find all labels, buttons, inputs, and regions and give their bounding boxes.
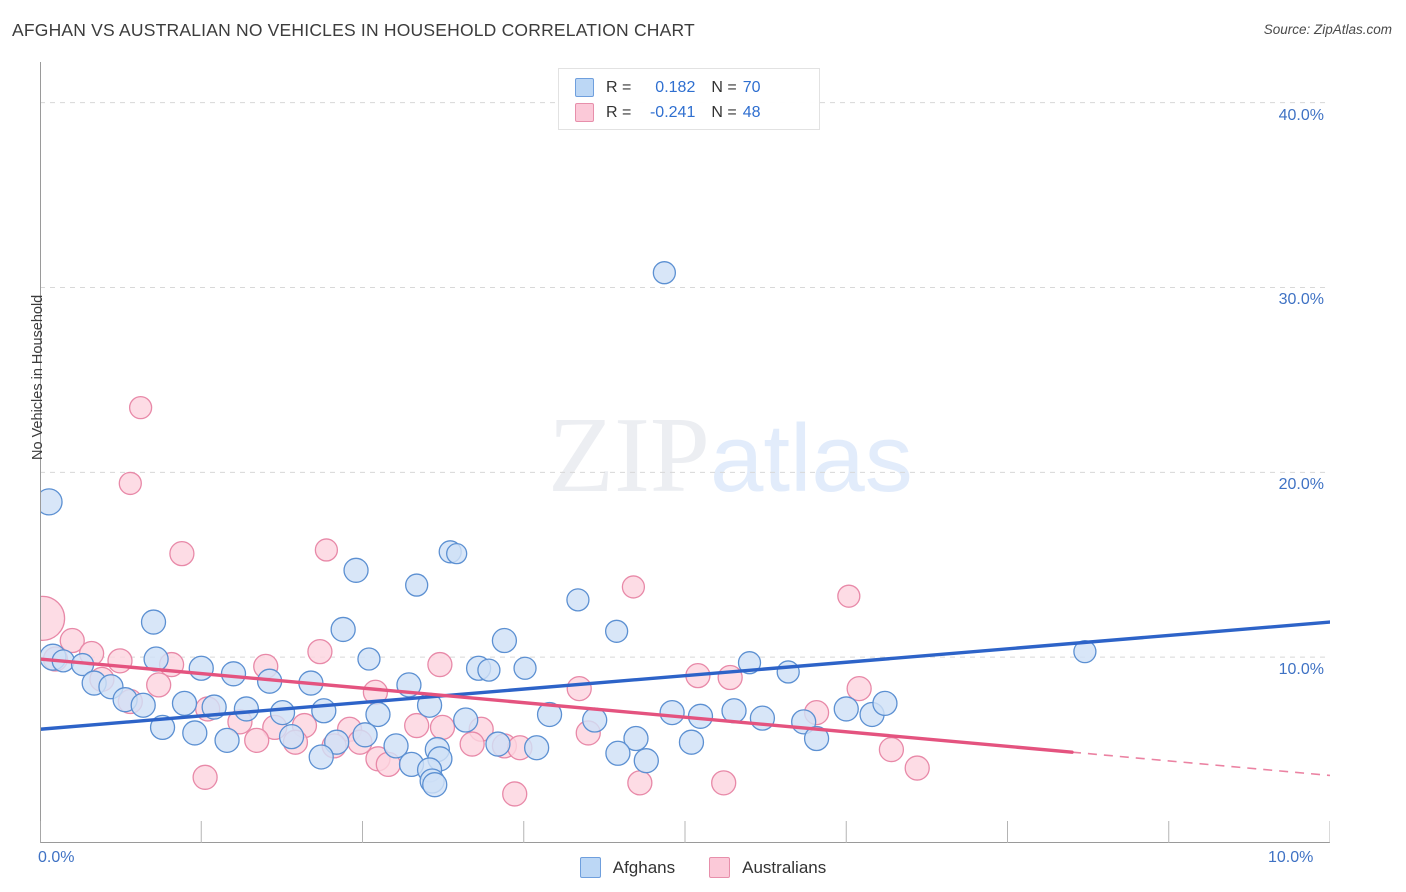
data-point bbox=[627, 770, 653, 796]
data-point bbox=[140, 609, 167, 635]
data-point bbox=[721, 698, 747, 724]
data-point bbox=[171, 690, 198, 717]
data-point bbox=[477, 658, 501, 682]
data-point bbox=[491, 627, 518, 654]
r-value-australians: -0.241 bbox=[649, 103, 696, 121]
data-point bbox=[233, 696, 260, 722]
data-point bbox=[214, 727, 240, 753]
data-point bbox=[307, 638, 333, 665]
series-legend-item-australians[interactable]: Australians bbox=[709, 857, 826, 878]
series-swatch-australians bbox=[709, 857, 731, 878]
data-point bbox=[365, 701, 391, 728]
data-point bbox=[128, 395, 153, 420]
source-attribution: Source: ZipAtlas.com bbox=[1263, 22, 1392, 37]
data-point bbox=[833, 696, 859, 722]
data-point bbox=[192, 764, 218, 790]
n-label-australians: N = bbox=[711, 103, 737, 121]
series-label-afghans: Afghans bbox=[612, 857, 676, 877]
trend-line-projected-australians bbox=[1071, 751, 1330, 777]
scatter-svg bbox=[40, 62, 1330, 843]
data-point bbox=[837, 584, 861, 608]
data-point bbox=[502, 781, 528, 807]
data-point bbox=[352, 722, 378, 748]
data-point bbox=[405, 573, 429, 597]
n-label-afghans: N = bbox=[711, 78, 737, 96]
data-point bbox=[244, 727, 270, 753]
data-point bbox=[566, 588, 590, 612]
r-label-australians: R = bbox=[606, 103, 632, 121]
data-point bbox=[308, 744, 334, 770]
gridlines bbox=[40, 102, 1330, 658]
data-point bbox=[523, 735, 550, 761]
series-legend-item-afghans[interactable]: Afghans bbox=[579, 857, 676, 878]
data-point bbox=[846, 675, 872, 702]
data-point bbox=[343, 557, 369, 583]
data-points bbox=[40, 261, 1097, 807]
data-point bbox=[621, 575, 646, 599]
legend-row-australians: R = -0.241 N = 48 bbox=[575, 100, 809, 125]
data-point bbox=[146, 672, 172, 698]
data-point bbox=[566, 675, 592, 702]
legend-row-afghans: R = 0.182 N = 70 bbox=[575, 75, 809, 100]
series-swatch-afghans bbox=[579, 857, 601, 878]
data-point bbox=[453, 707, 479, 733]
data-point bbox=[652, 261, 677, 285]
data-point bbox=[429, 714, 456, 741]
data-point bbox=[404, 712, 430, 739]
page-title: AFGHAN VS AUSTRALIAN NO VEHICLES IN HOUS… bbox=[12, 20, 695, 40]
series-points-australians bbox=[40, 395, 930, 807]
n-value-australians: 48 bbox=[742, 103, 761, 121]
data-point bbox=[269, 699, 296, 726]
data-point bbox=[711, 770, 737, 796]
r-label-afghans: R = bbox=[606, 78, 632, 96]
data-point bbox=[118, 471, 142, 496]
data-point bbox=[314, 538, 339, 562]
data-point bbox=[659, 699, 685, 726]
data-point bbox=[311, 698, 337, 724]
data-point bbox=[278, 723, 305, 750]
data-point bbox=[107, 648, 133, 674]
data-point bbox=[427, 651, 453, 678]
data-point bbox=[582, 707, 608, 733]
data-point bbox=[330, 616, 356, 643]
data-point bbox=[130, 692, 156, 718]
data-point bbox=[878, 736, 905, 763]
data-point bbox=[188, 655, 214, 681]
data-point bbox=[604, 619, 629, 643]
data-point bbox=[513, 656, 537, 680]
data-point bbox=[872, 690, 898, 717]
data-point bbox=[776, 660, 800, 684]
data-point bbox=[678, 729, 705, 755]
data-point bbox=[220, 661, 247, 687]
data-point bbox=[459, 731, 485, 757]
data-point bbox=[357, 647, 381, 671]
y-axis-tick-label: 10.0% bbox=[1278, 661, 1324, 679]
data-point bbox=[40, 488, 63, 516]
data-point bbox=[169, 541, 195, 567]
y-axis-tick-label: 40.0% bbox=[1278, 106, 1324, 124]
data-point bbox=[633, 748, 659, 774]
data-point bbox=[605, 740, 631, 766]
r-value-afghans: 0.182 bbox=[655, 78, 696, 96]
data-point bbox=[485, 731, 511, 757]
data-point bbox=[904, 755, 930, 781]
series-label-australians: Australians bbox=[742, 857, 827, 877]
data-point bbox=[422, 772, 448, 798]
n-value-afghans: 70 bbox=[742, 78, 761, 96]
plot-area: ZIPatlas No Vehicles in Household 10.0% 2… bbox=[30, 62, 1330, 866]
data-point bbox=[182, 720, 208, 746]
legend-swatch-afghans bbox=[575, 78, 594, 97]
legend-swatch-australians bbox=[575, 103, 594, 122]
y-axis-tick-label: 30.0% bbox=[1278, 291, 1324, 309]
data-point bbox=[717, 664, 743, 691]
chart-page: AFGHAN VS AUSTRALIAN NO VEHICLES IN HOUS… bbox=[0, 0, 1406, 892]
data-point bbox=[446, 543, 468, 565]
correlation-legend: R = 0.182 N = 70 R = -0.241 N = 48 bbox=[558, 68, 820, 130]
data-point bbox=[40, 595, 66, 641]
y-axis-tick-label: 20.0% bbox=[1278, 476, 1324, 494]
y-axis-title: No Vehicles in Household bbox=[30, 294, 46, 460]
series-legend: Afghans Australians bbox=[0, 857, 1406, 878]
